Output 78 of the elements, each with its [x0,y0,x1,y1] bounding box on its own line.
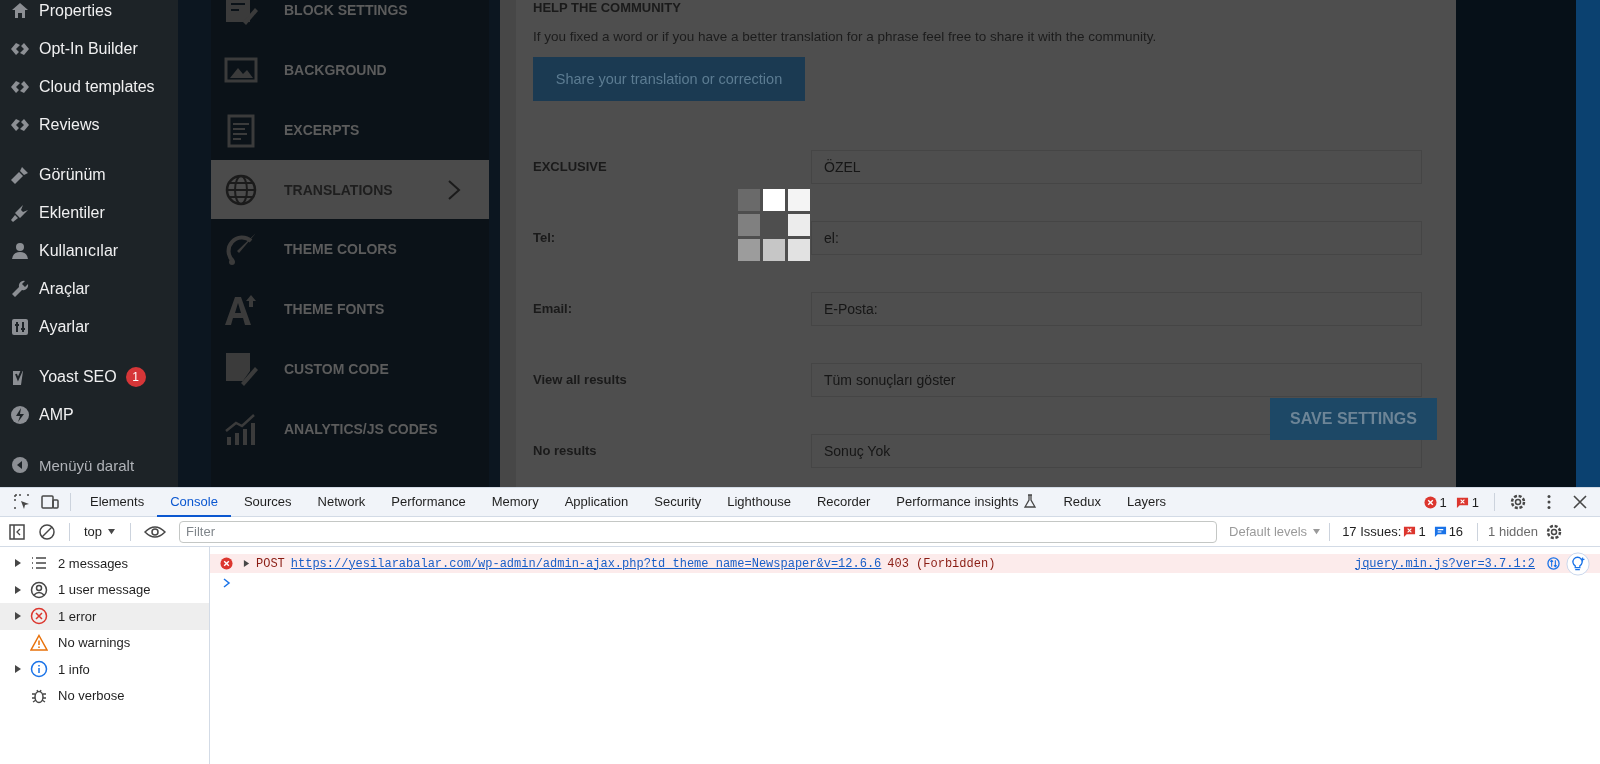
devtools-tab[interactable]: Sources [230,487,305,517]
devtools-tab[interactable]: Network [304,487,379,517]
devtools-tab[interactable]: Redux [1050,487,1115,517]
issue-flag-icon [1455,495,1469,509]
devtools-tab[interactable]: Layers [1114,487,1180,517]
expand-arrow-icon[interactable] [14,611,22,622]
info-icon [30,660,48,679]
issue-flag-icon [1403,525,1417,538]
message-filter-item[interactable]: 2 messages [0,550,209,577]
devtools-tab[interactable]: Performance insights [883,487,1051,517]
message-filter-item[interactable]: 1 error [0,603,209,630]
ai-insight-button[interactable] [1566,551,1590,576]
issue-count[interactable]: 1 [1471,494,1479,510]
prompt-chevron-icon[interactable] [223,578,231,588]
user-circle-icon [30,580,48,599]
issues-label[interactable]: 17 Issues: [1342,524,1402,539]
inspect-element-icon[interactable] [13,493,31,511]
devtools-tab[interactable]: Lighthouse [714,487,804,517]
menu-item[interactable]: Görünüm [39,166,106,184]
sliders-icon [10,317,30,337]
error-icon [1423,495,1437,509]
message-filter-item[interactable]: 1 info [0,656,209,683]
menu-item[interactable]: Kullanıcılar [39,242,119,260]
response-status: 403 (Forbidden) [887,556,996,571]
clear-console-icon[interactable] [38,522,56,541]
notification-badge: 1 [125,367,146,387]
menu-item[interactable]: Yoast SEO [39,368,117,386]
devtools-tab[interactable]: Elements [77,487,158,517]
issue-error-count: 1 [1418,524,1426,539]
devtools-tab[interactable]: Console [157,487,231,517]
expand-arrow-icon[interactable] [243,559,250,568]
close-icon[interactable] [1571,493,1589,511]
wrench-icon [10,279,30,299]
devtools-tab[interactable]: Memory [478,487,552,517]
error-icon [220,557,233,570]
houses-icon [10,1,30,21]
request-method: POST [256,556,285,571]
network-request-icon[interactable] [1547,557,1560,570]
menu-item[interactable]: Eklentiler [39,204,105,222]
devtools-tab[interactable]: Security [641,487,715,517]
menu-item[interactable]: Properties [39,2,112,20]
filter-field[interactable]: Filter [179,520,1218,543]
menu-item[interactable]: Araçlar [39,280,90,298]
request-url-link[interactable]: https://yesilarabalar.com/wp-admin/admin-ajax.php?td_theme_name=Newspaper&v=12.6.6 [290,556,882,571]
note-pen-icon [223,351,259,387]
error-count[interactable]: 1 [1439,494,1447,510]
caret-down-icon [1312,528,1322,535]
menu-item[interactable]: Opt-In Builder [39,40,138,58]
error-icon [30,607,48,626]
message-filter-item[interactable]: No verbose [0,682,209,709]
expand-arrow-icon[interactable] [14,558,22,569]
devtools-tab[interactable]: Recorder [803,487,884,517]
menu-item[interactable]: AMP [39,406,74,424]
source-link[interactable]: jquery.min.js?ver=3.7.1:2 [1354,556,1535,571]
menu-item[interactable]: Cloud templates [39,78,155,96]
message-filter-item[interactable]: 1 user message [0,576,209,603]
hidden-count: 1 hidden [1488,524,1538,539]
chevron-right-icon [447,178,461,201]
issue-info-count: 16 [1448,524,1464,539]
collapse-menu-link[interactable]: Menüyü daralt [39,456,135,474]
message-filter-item[interactable]: No warnings [0,629,209,656]
menu-item[interactable]: Reviews [39,116,100,134]
menu-item[interactable]: Ayarlar [39,318,90,336]
expand-arrow-icon[interactable] [14,584,22,595]
devtools-tab[interactable]: Application [551,487,642,517]
sidebar-toggle-icon[interactable] [8,522,26,541]
collapse-icon[interactable] [10,455,30,475]
context-selector[interactable]: top [78,524,123,539]
settings-icon[interactable] [1509,493,1527,511]
warning-icon [30,633,48,652]
caret-down-icon [107,528,117,535]
device-toggle-icon[interactable] [41,493,59,511]
message-icon [1433,525,1447,538]
bolt-icon [10,405,30,425]
devtools-tab[interactable]: Performance [378,487,479,517]
expand-arrow-icon[interactable] [14,664,22,675]
user-icon [10,241,30,261]
settings-icon[interactable] [1545,522,1563,541]
